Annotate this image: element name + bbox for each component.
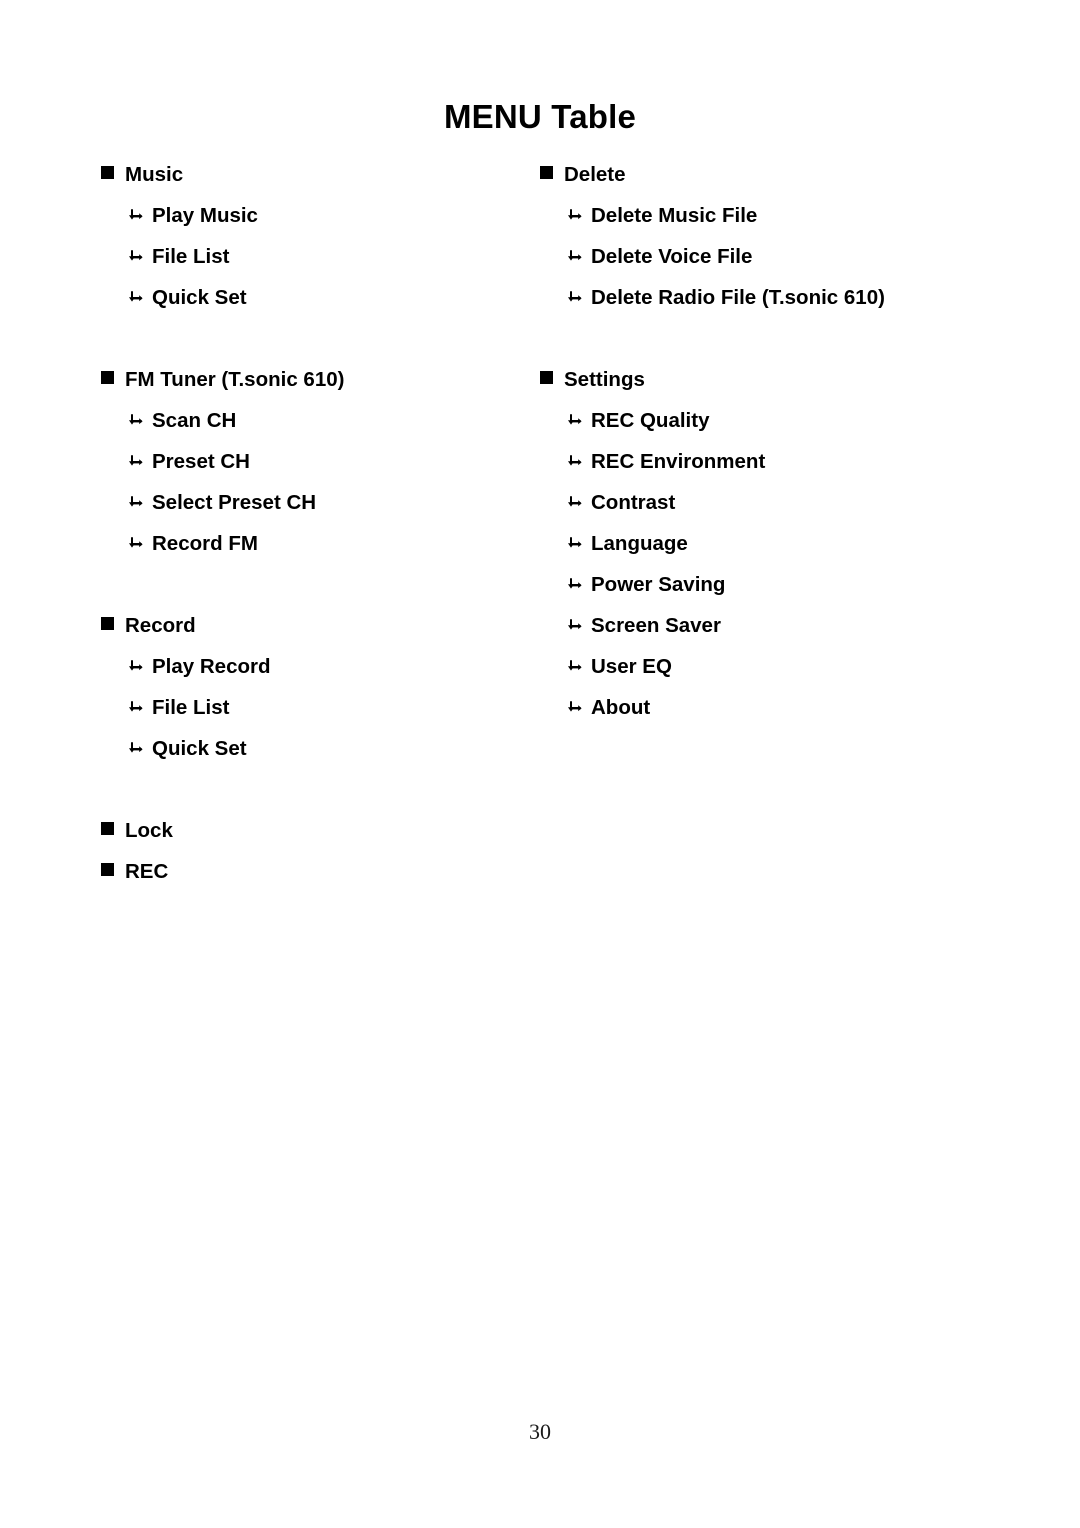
menu-sub-item-label: Scan CH [152,409,237,432]
menu-group-heading: Lock [101,819,521,860]
menu-column-left: Music Play Music File List Quick Set FM Tune… [101,163,521,901]
sub-item-arrow-icon [565,536,582,553]
filled-square-bullet-icon [101,863,114,876]
menu-sub-item-label: Delete Radio File (T.sonic 610) [591,286,885,309]
menu-sub-item-label: Power Saving [591,573,726,596]
menu-sub-item: Quick Set [101,737,521,778]
menu-group-label: REC [125,860,169,883]
menu-column-right: Delete Delete Music File Delete Voice File… [540,163,1010,737]
menu-sub-item: File List [101,696,521,737]
menu-group-heading: Record [101,614,521,655]
sub-item-arrow-icon [565,413,582,430]
menu-sub-item: Record FM [101,532,521,573]
menu-sub-item: Quick Set [101,286,521,327]
menu-sub-item: Power Saving [540,573,1010,614]
menu-group: Music Play Music File List Quick Set [101,163,521,327]
menu-group-label: Delete [564,163,626,186]
menu-group-label: Record [125,614,196,637]
menu-sub-item: User EQ [540,655,1010,696]
menu-sub-item-label: Select Preset CH [152,491,317,514]
menu-sub-item-label: Play Music [152,204,258,227]
sub-item-arrow-icon [126,536,143,553]
filled-square-bullet-icon [540,371,553,384]
menu-group: REC [101,860,521,901]
menu-sub-item: REC Quality [540,409,1010,450]
menu-group-heading: REC [101,860,521,901]
sub-item-arrow-icon [126,290,143,307]
menu-group-heading: Settings [540,368,1010,409]
sub-item-arrow-icon [126,208,143,225]
menu-sub-item-label: REC Environment [591,450,766,473]
sub-item-arrow-icon [565,495,582,512]
menu-group: FM Tuner (T.sonic 610) Scan CH Preset CH Se… [101,368,521,573]
menu-sub-item-label: Play Record [152,655,271,678]
sub-item-arrow-icon [565,290,582,307]
menu-group-label: Lock [125,819,173,842]
menu-sub-item-label: Preset CH [152,450,250,473]
filled-square-bullet-icon [101,617,114,630]
sub-item-arrow-icon [126,454,143,471]
menu-sub-item-label: Quick Set [152,737,247,760]
menu-sub-item-label: Contrast [591,491,676,514]
menu-group: Lock [101,819,521,860]
menu-group-label: Music [125,163,184,186]
sub-item-arrow-icon [565,700,582,717]
menu-group: Settings REC Quality REC Environment Contra… [540,368,1010,737]
menu-sub-item: REC Environment [540,450,1010,491]
menu-sub-item: Delete Radio File (T.sonic 610) [540,286,1010,327]
filled-square-bullet-icon [101,166,114,179]
menu-sub-item-label: User EQ [591,655,672,678]
sub-item-arrow-icon [565,618,582,635]
sub-item-arrow-icon [565,208,582,225]
menu-group-heading: Delete [540,163,1010,204]
menu-group: Record Play Record File List Quick Set [101,614,521,778]
menu-sub-item: Preset CH [101,450,521,491]
menu-group: Delete Delete Music File Delete Voice File… [540,163,1010,327]
menu-sub-item: Language [540,532,1010,573]
sub-item-arrow-icon [565,249,582,266]
menu-sub-item: About [540,696,1010,737]
sub-item-arrow-icon [126,741,143,758]
menu-sub-item-label: About [591,696,651,719]
sub-item-arrow-icon [126,700,143,717]
menu-sub-item: Delete Voice File [540,245,1010,286]
menu-sub-item-label: Quick Set [152,286,247,309]
page-title: MENU Table [443,98,637,135]
menu-sub-item-label: Language [591,532,688,555]
menu-sub-item-label: File List [152,696,230,719]
sub-item-arrow-icon [126,413,143,430]
menu-sub-item: Contrast [540,491,1010,532]
menu-group-label: Settings [564,368,645,391]
menu-sub-item: Scan CH [101,409,521,450]
menu-sub-item-label: File List [152,245,230,268]
sub-item-arrow-icon [565,577,582,594]
menu-sub-item-label: Delete Music File [591,204,758,227]
filled-square-bullet-icon [101,822,114,835]
sub-item-arrow-icon [126,249,143,266]
document-page: MENU Table Music Play Music File List Quick… [0,0,1080,1528]
menu-sub-item-label: REC Quality [591,409,710,432]
menu-sub-item-label: Record FM [152,532,258,555]
menu-sub-item-label: Delete Voice File [591,245,753,268]
sub-item-arrow-icon [126,495,143,512]
sub-item-arrow-icon [565,659,582,676]
menu-sub-item: Select Preset CH [101,491,521,532]
menu-sub-item: Screen Saver [540,614,1010,655]
sub-item-arrow-icon [565,454,582,471]
page-number: 30 [529,1419,551,1444]
menu-sub-item: Play Record [101,655,521,696]
menu-group-heading: FM Tuner (T.sonic 610) [101,368,521,409]
menu-sub-item: Play Music [101,204,521,245]
menu-sub-item-label: Screen Saver [591,614,721,637]
filled-square-bullet-icon [540,166,553,179]
filled-square-bullet-icon [101,371,114,384]
menu-group-heading: Music [101,163,521,204]
sub-item-arrow-icon [126,659,143,676]
menu-group-label: FM Tuner (T.sonic 610) [125,368,345,391]
menu-sub-item: File List [101,245,521,286]
menu-sub-item: Delete Music File [540,204,1010,245]
